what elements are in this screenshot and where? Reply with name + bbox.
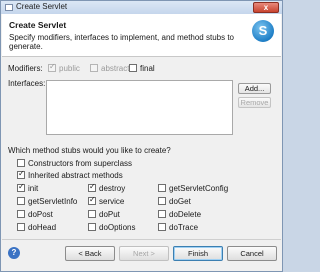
- window-title: Create Servlet: [16, 2, 68, 11]
- title-bar: Create Servlet x: [1, 1, 282, 14]
- abstract-label: abstract: [101, 64, 130, 73]
- service-checkbox[interactable]: [88, 195, 96, 205]
- create-servlet-dialog: Create Servlet x Create Servlet Specify …: [0, 0, 283, 272]
- next-button[interactable]: Next >: [119, 246, 169, 261]
- banner-description: Specify modifiers, interfaces to impleme…: [9, 33, 234, 51]
- public-checkbox[interactable]: [48, 62, 56, 72]
- method-label-service: service: [99, 197, 125, 206]
- method-label-getservletconfig: getServletConfig: [169, 184, 229, 193]
- method-label-dodelete: doDelete: [169, 210, 202, 219]
- destroy-checkbox[interactable]: [88, 182, 96, 192]
- window-icon: [5, 4, 13, 11]
- constructors-checkbox[interactable]: [17, 159, 25, 167]
- getservletconfig-checkbox[interactable]: [158, 184, 166, 192]
- dooptions-checkbox[interactable]: [88, 223, 96, 231]
- method-label-dooptions: doOptions: [99, 223, 136, 232]
- getservletinfo-checkbox[interactable]: [17, 197, 25, 205]
- interfaces-label: Interfaces:: [8, 79, 46, 88]
- footer-separator: [2, 239, 281, 240]
- servlet-logo-icon: S: [252, 20, 274, 42]
- abstract-checkbox[interactable]: [90, 64, 98, 72]
- dotrace-checkbox[interactable]: [158, 223, 166, 231]
- dodelete-checkbox[interactable]: [158, 210, 166, 218]
- help-icon[interactable]: ?: [8, 247, 20, 259]
- add-interface-button[interactable]: Add...: [238, 83, 271, 94]
- public-label: public: [59, 64, 80, 73]
- method-label-doput: doPut: [99, 210, 120, 219]
- doget-checkbox[interactable]: [158, 197, 166, 205]
- finish-button[interactable]: Finish: [173, 246, 223, 261]
- banner-heading: Create Servlet: [9, 20, 67, 30]
- modifiers-label: Modifiers:: [8, 64, 43, 73]
- wizard-banner: Create Servlet Specify modifiers, interf…: [2, 14, 281, 57]
- final-checkbox[interactable]: [129, 64, 137, 72]
- dohead-checkbox[interactable]: [17, 223, 25, 231]
- remove-interface-button[interactable]: Remove: [238, 97, 271, 108]
- interfaces-list[interactable]: [46, 80, 233, 135]
- method-label-doget: doGet: [169, 197, 191, 206]
- final-label: final: [140, 64, 155, 73]
- stubs-question: Which method stubs would you like to cre…: [8, 146, 171, 155]
- init-checkbox[interactable]: [17, 182, 25, 192]
- method-label-init: init: [28, 184, 39, 193]
- constructors-label: Constructors from superclass: [28, 159, 133, 168]
- close-button[interactable]: x: [253, 2, 279, 13]
- inherited-methods-label: Inherited abstract methods: [28, 171, 123, 180]
- method-label-dotrace: doTrace: [169, 223, 199, 232]
- method-label-dopost: doPost: [28, 210, 53, 219]
- doput-checkbox[interactable]: [88, 210, 96, 218]
- back-button[interactable]: < Back: [65, 246, 115, 261]
- method-label-destroy: destroy: [99, 184, 126, 193]
- cancel-button[interactable]: Cancel: [227, 246, 277, 261]
- dopost-checkbox[interactable]: [17, 210, 25, 218]
- inherited-methods-checkbox[interactable]: [17, 169, 25, 179]
- method-label-getservletinfo: getServletInfo: [28, 197, 78, 206]
- method-label-dohead: doHead: [28, 223, 57, 232]
